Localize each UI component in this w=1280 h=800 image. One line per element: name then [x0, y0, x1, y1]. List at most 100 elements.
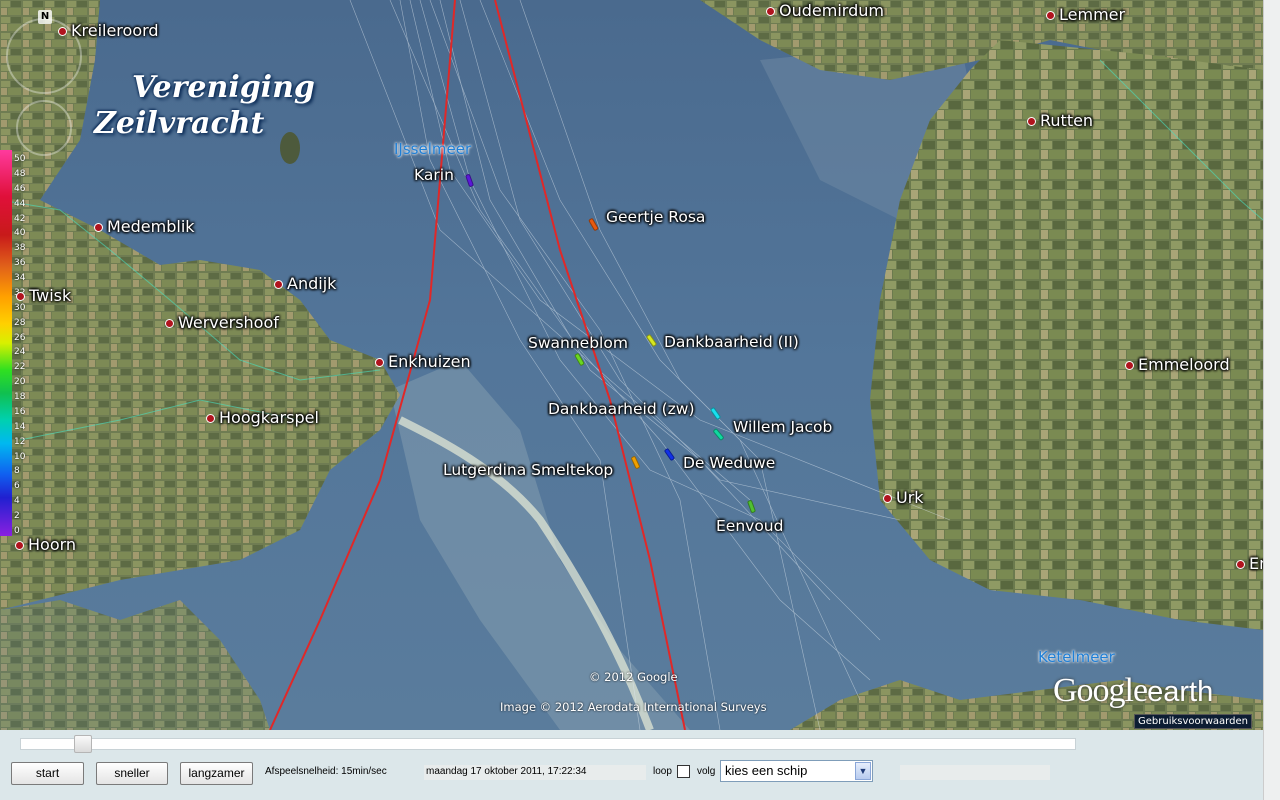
ship-label-lutgerdina-smeltekop[interactable]: Lutgerdina Smeltekop — [443, 461, 613, 479]
place-oudemirdum[interactable]: Oudemirdum — [766, 2, 884, 20]
place-andijk[interactable]: Andijk — [274, 275, 336, 293]
place-lemmer[interactable]: Lemmer — [1046, 6, 1125, 24]
follow-label: volg — [697, 766, 716, 777]
scale-tick: 48 — [14, 168, 26, 179]
scale-tick: 42 — [14, 213, 26, 224]
scale-tick: 16 — [14, 406, 26, 417]
scale-tick: 44 — [14, 198, 26, 209]
ship-label-swanneblom[interactable]: Swanneblom — [528, 334, 628, 352]
ship-label-geertje-rosa[interactable]: Geertje Rosa — [606, 208, 705, 226]
place-ens[interactable]: En — [1236, 555, 1263, 573]
google-earth-logo: Googleearth — [1053, 672, 1214, 709]
place-marker-icon — [1236, 560, 1245, 569]
place-marker-icon — [165, 319, 174, 328]
place-marker-icon — [16, 292, 25, 301]
ship-select[interactable]: kies een schip ▼ — [720, 760, 873, 782]
scale-tick: 2 — [14, 511, 20, 522]
place-marker-icon — [206, 414, 215, 423]
place-urk[interactable]: Urk — [883, 489, 924, 507]
scale-tick: 24 — [14, 347, 26, 358]
place-marker-icon — [1046, 11, 1055, 20]
ship-label-eenvoud[interactable]: Eenvoud — [716, 517, 783, 535]
place-name: Oudemirdum — [779, 1, 884, 20]
place-name: Hoorn — [28, 535, 77, 554]
place-name: Emmeloord — [1138, 355, 1230, 374]
place-marker-icon — [766, 7, 775, 16]
scale-tick: 36 — [14, 258, 26, 269]
place-name: Enkhuizen — [388, 352, 471, 371]
scale-tick: 26 — [14, 332, 26, 343]
place-name: Kreileroord — [71, 21, 159, 40]
place-name: Urk — [896, 488, 924, 507]
place-marker-icon — [274, 280, 283, 289]
scale-tick: 8 — [14, 466, 20, 477]
place-hoorn[interactable]: Hoorn — [15, 536, 76, 554]
loop-label: loop — [653, 766, 672, 777]
scale-tick: 38 — [14, 243, 26, 254]
imagery-copyright: Image © 2012 Aerodata International Surv… — [500, 700, 767, 714]
place-name: Hoogkarspel — [219, 408, 319, 427]
map-view[interactable]: N Vereniging Zeilvracht 50 48 46 44 42 40 38 36… — [0, 0, 1263, 730]
north-compass-icon[interactable]: N — [38, 10, 52, 24]
place-marker-icon — [883, 494, 892, 503]
speed-color-scale: 5048464442403836343230282624222018161412… — [0, 150, 25, 536]
place-name: Rutten — [1040, 111, 1094, 130]
place-name: Lemmer — [1059, 5, 1126, 24]
place-medemblik[interactable]: Medemblik — [94, 218, 195, 236]
ship-label-dankbaarheid-ii[interactable]: Dankbaarheid (II) — [664, 333, 799, 351]
time-slider-track[interactable] — [20, 738, 1076, 750]
terms-link[interactable]: Gebruiksvoorwaarden — [1134, 714, 1252, 729]
place-name: Andijk — [287, 274, 337, 293]
place-name: Medemblik — [107, 217, 195, 236]
place-emmeloord[interactable]: Emmeloord — [1125, 356, 1230, 374]
scale-tick: 6 — [14, 481, 20, 492]
ship-label-dankbaarheid-zw[interactable]: Dankbaarheid (zw) — [548, 400, 695, 418]
place-marker-icon — [1027, 117, 1036, 126]
move-ring-icon[interactable] — [16, 100, 72, 156]
google-copyright: © 2012 Google — [589, 670, 678, 684]
slower-button[interactable]: langzamer — [180, 762, 253, 785]
place-marker-icon — [15, 541, 24, 550]
scale-tick: 22 — [14, 362, 26, 373]
place-marker-icon — [375, 358, 384, 367]
place-marker-icon — [58, 27, 67, 36]
scale-tick: 4 — [14, 496, 20, 507]
place-kreileroord[interactable]: Kreileroord — [58, 22, 159, 40]
scale-tick: 18 — [14, 392, 26, 403]
place-twisk[interactable]: Twisk — [16, 287, 71, 305]
place-marker-icon — [94, 223, 103, 232]
place-marker-icon — [1125, 361, 1134, 370]
color-scale-bar — [0, 150, 12, 536]
place-hoogkarspel[interactable]: Hoogkarspel — [206, 409, 319, 427]
scale-tick: 40 — [14, 228, 26, 239]
water-label: Ketelmeer — [1038, 648, 1115, 666]
page-scrollbar[interactable] — [1263, 0, 1280, 800]
scale-tick: 20 — [14, 377, 26, 388]
scale-tick: 10 — [14, 451, 26, 462]
scale-tick: 46 — [14, 183, 26, 194]
status-box — [900, 765, 1050, 780]
scale-tick: 0 — [14, 526, 20, 536]
playback-controls: start sneller langzamer Afspeelsnelheid:… — [0, 730, 1263, 800]
current-datetime: maandag 17 oktober 2011, 17:22:34 — [426, 766, 587, 777]
loop-checkbox[interactable] — [677, 765, 690, 778]
place-name: En — [1249, 554, 1263, 573]
playback-speed: Afspeelsnelheid: 15min/sec — [265, 766, 387, 777]
time-slider-thumb[interactable] — [73, 735, 92, 753]
ship-label-de-weduwe[interactable]: De Weduwe — [683, 454, 775, 472]
ship-label-willem-jacob[interactable]: Willem Jacob — [733, 418, 832, 436]
faster-button[interactable]: sneller — [96, 762, 168, 785]
scale-tick: 14 — [14, 421, 26, 432]
chevron-down-icon[interactable]: ▼ — [855, 762, 871, 780]
place-rutten[interactable]: Rutten — [1027, 112, 1093, 130]
ship-label-karin[interactable]: Karin — [414, 166, 454, 184]
scale-tick: 34 — [14, 273, 26, 284]
vereniging-zeilvracht-logo: Vereniging Zeilvracht — [94, 70, 315, 141]
place-wervershoof[interactable]: Wervershoof — [165, 314, 279, 332]
place-enkhuizen[interactable]: Enkhuizen — [375, 353, 471, 371]
scale-tick: 12 — [14, 436, 26, 447]
scale-tick: 28 — [14, 317, 26, 328]
place-name: Wervershoof — [178, 313, 279, 332]
start-button[interactable]: start — [11, 762, 84, 785]
water-label: IJsselmeer — [394, 140, 472, 158]
